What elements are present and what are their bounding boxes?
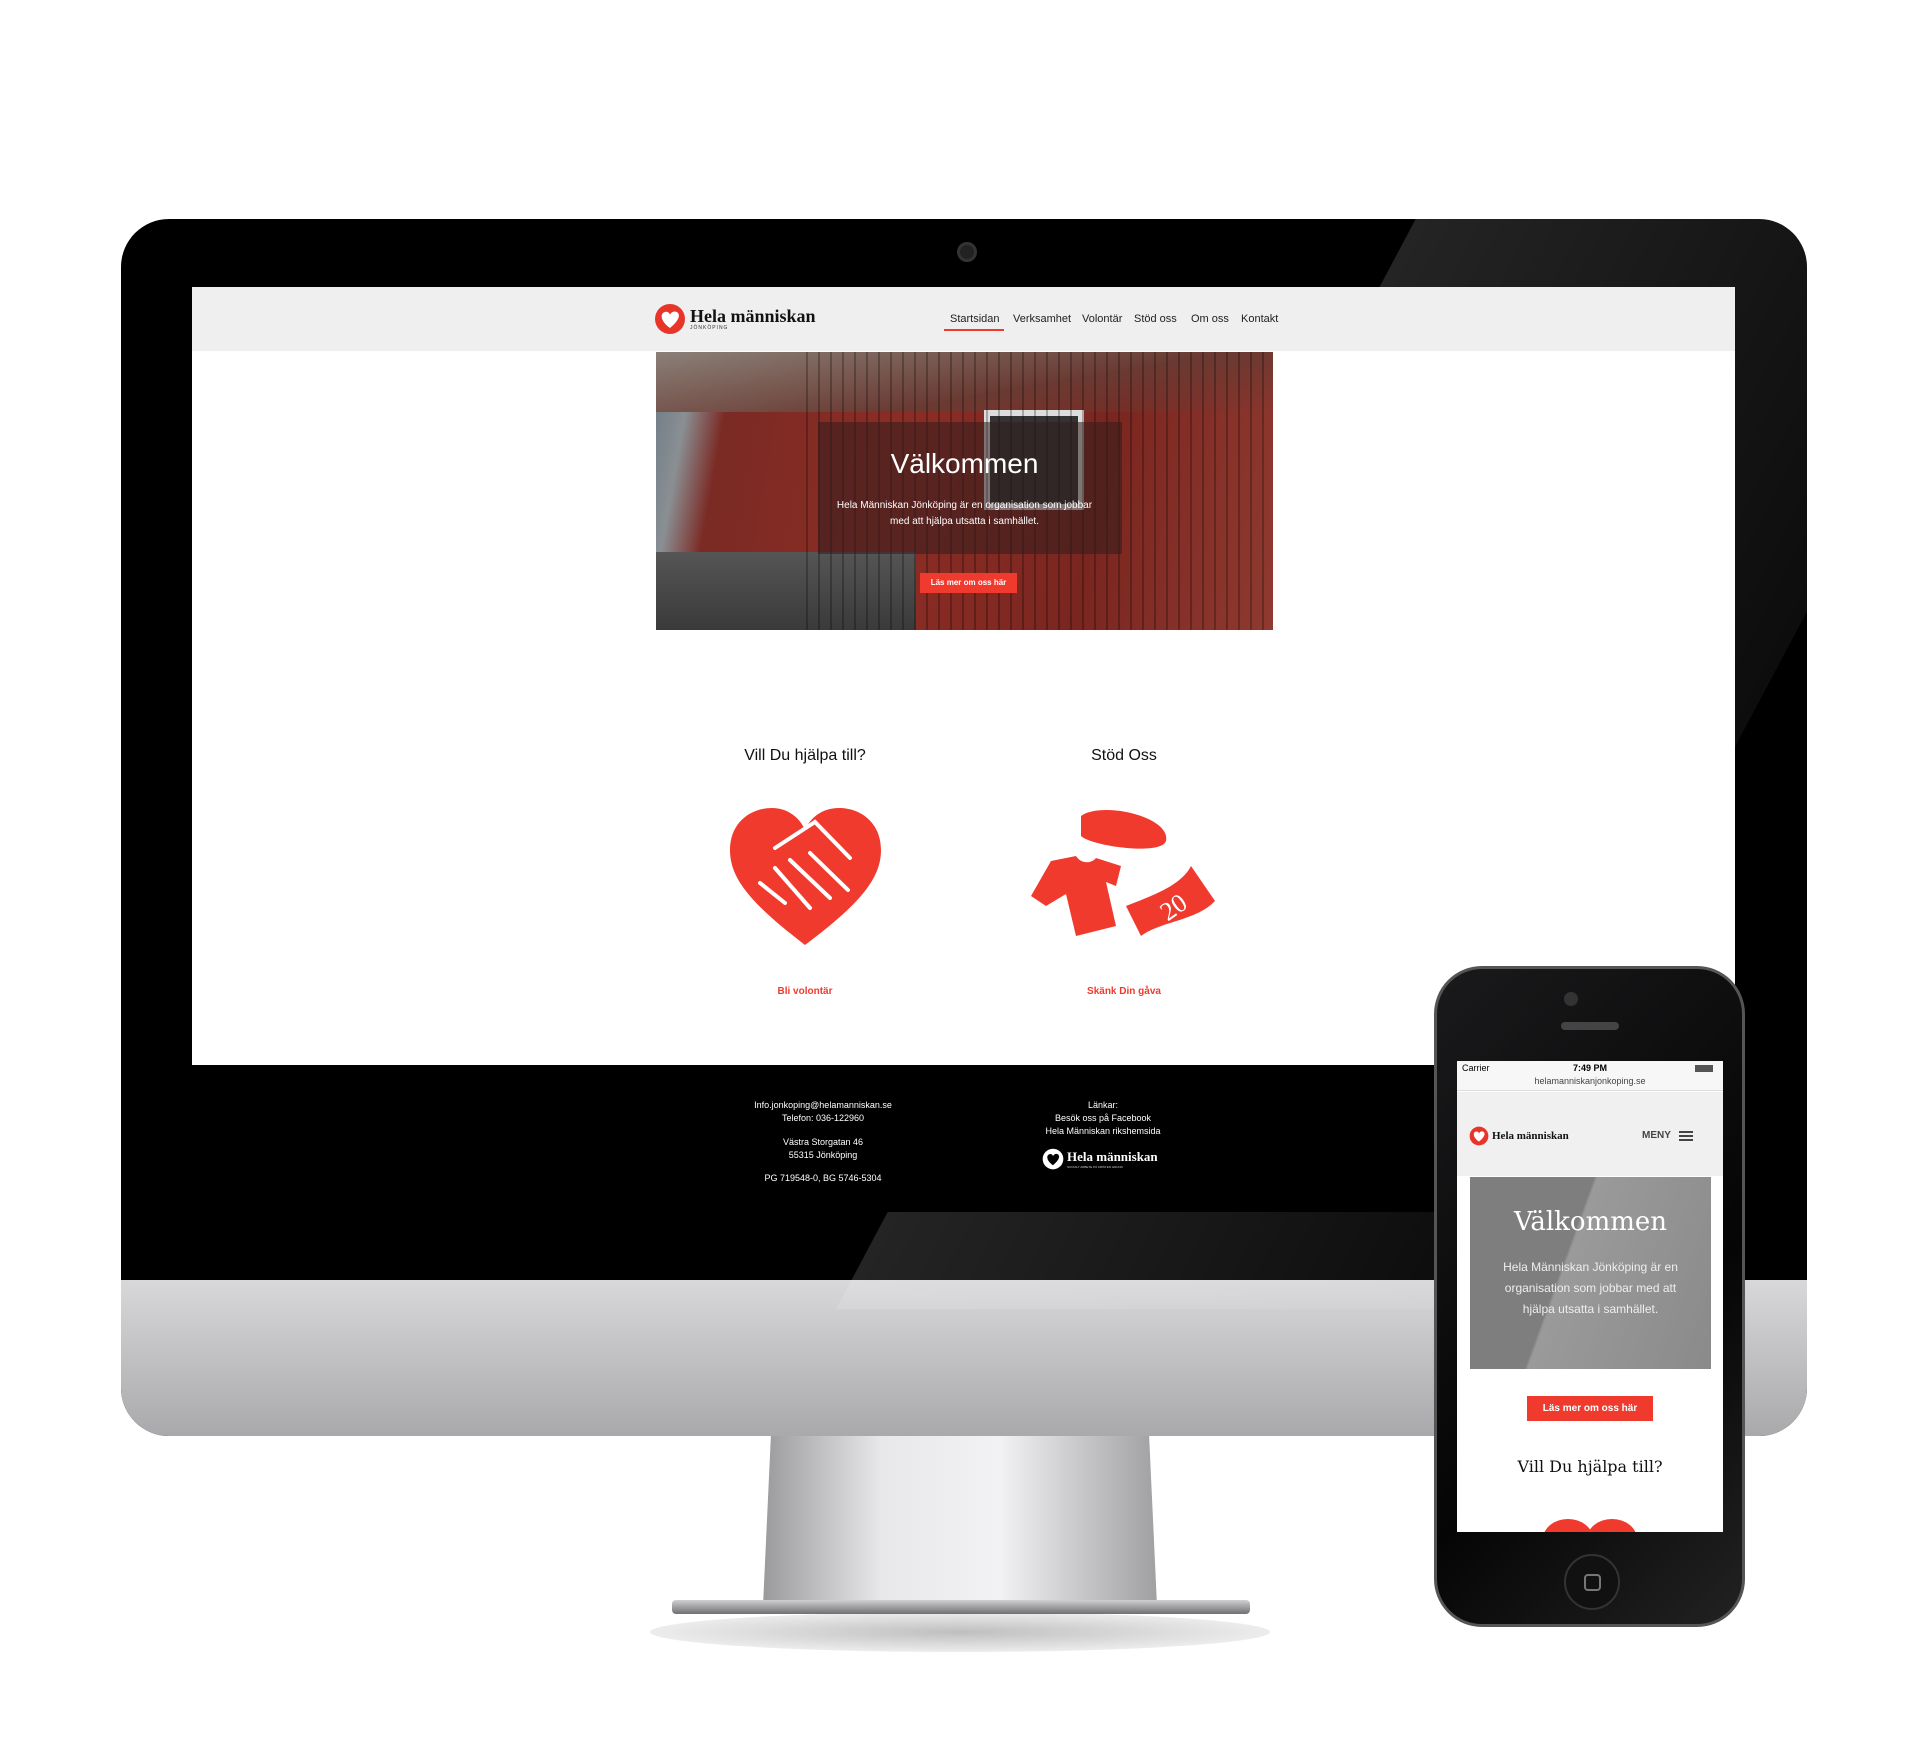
hero-title: Välkommen [890, 448, 1039, 479]
front-camera-icon [1564, 992, 1578, 1006]
footer-city: 55315 Jönköping [788, 1150, 858, 1160]
wall-plank [1154, 352, 1156, 630]
mobile-brand-name: Hela människan [1492, 1130, 1569, 1142]
heart-icon-partial [1543, 1519, 1593, 1532]
hero-text-1: Hela Människan Jönköping är en organisat… [836, 500, 1093, 511]
browser-bar: Carrier 7:49 PM helamanniskanjonkoping.s… [1457, 1061, 1723, 1091]
camera-icon [957, 242, 977, 262]
wall-plank [806, 352, 808, 630]
gravel [656, 552, 916, 630]
hero-overlay [818, 422, 1122, 554]
national-site-link[interactable]: Hela Människan rikshemsida [1003, 1126, 1203, 1136]
wall-plank [1214, 352, 1216, 630]
heart-logo-icon [1042, 1148, 1064, 1170]
footer-phone: Telefon: 036-122960 [781, 1113, 865, 1123]
mobile-section-heading: Vill Du hjälpa till? [1517, 1457, 1663, 1476]
heart-logo-icon [655, 304, 685, 334]
section-title-help: Vill Du hjälpa till? [744, 747, 866, 764]
nav-volontar[interactable]: Volontär [1082, 313, 1122, 325]
mobile-header: Hela människan MENY [1457, 1092, 1723, 1176]
volunteer-link[interactable]: Bli volontär [705, 986, 905, 997]
nav-kontakt[interactable]: Kontakt [1241, 313, 1278, 325]
footer-email[interactable]: Info.jonkoping@helamanniskan.se [723, 1100, 923, 1110]
mobile-read-more-button[interactable]: Läs mer om oss här [1527, 1396, 1653, 1421]
section-title-support: Stöd Oss [1091, 747, 1157, 764]
footer-giro: PG 719548-0, BG 5746-5304 [764, 1173, 882, 1183]
facebook-link[interactable]: Besök oss på Facebook [1003, 1113, 1203, 1123]
monitor-foot [672, 1600, 1250, 1614]
wall-plank [1226, 352, 1228, 630]
nav-om-oss[interactable]: Om oss [1191, 313, 1229, 325]
wall-plank [1238, 352, 1240, 630]
wall-plank [1250, 352, 1252, 630]
brand-logo[interactable]: Hela människan JÖNKÖPING [654, 303, 816, 335]
battery-icon [1695, 1065, 1713, 1072]
footer-logo-sub: SOCIALT ARBETE PÅ KRISTEN GRUND [1067, 1165, 1123, 1169]
hamburger-icon [1678, 1130, 1693, 1141]
menu-button[interactable]: MENY [1642, 1130, 1693, 1141]
read-more-button[interactable]: Läs mer om oss här [920, 573, 1017, 593]
mobile-hero-title: Välkommen [1513, 1207, 1668, 1237]
wall-plank [1166, 352, 1168, 630]
roof [656, 352, 1273, 412]
nav-stod-oss[interactable]: Stöd oss [1134, 313, 1177, 325]
footer-street: Västra Storgatan 46 [782, 1137, 864, 1147]
menu-label: MENY [1642, 1130, 1671, 1141]
wall-plank [1142, 352, 1144, 630]
mobile-phone: Carrier 7:49 PM helamanniskanjonkoping.s… [1434, 966, 1745, 1627]
wall-plank [1190, 352, 1192, 630]
monitor-stand [763, 1436, 1157, 1606]
heart-handshake-icon[interactable] [730, 808, 881, 945]
wall-plank [1202, 352, 1204, 630]
home-square-icon [1583, 1574, 1601, 1591]
heart-logo-icon [1469, 1126, 1489, 1146]
donation-icon[interactable]: 20 [1031, 806, 1215, 948]
footer-logo: Hela människan SOCIALT ARBETE PÅ KRISTEN… [1042, 1148, 1158, 1170]
active-indicator [944, 329, 1004, 331]
footer-logo-name: Hela människan [1067, 1149, 1158, 1164]
footer-links-label: Länkar: [1087, 1100, 1119, 1110]
mobile-website: Carrier 7:49 PM helamanniskanjonkoping.s… [1457, 1061, 1723, 1532]
stand-shadow [650, 1612, 1270, 1652]
wall-plank [1178, 352, 1180, 630]
nav-verksamhet[interactable]: Verksamhet [1013, 313, 1071, 325]
mobile-hero-text: Hela Människan Jönköping är en organisat… [1503, 1260, 1678, 1316]
status-time: 7:49 PM [1572, 1063, 1607, 1073]
url-field[interactable]: helamanniskanjonkoping.se [1457, 1076, 1723, 1086]
donate-link[interactable]: Skänk Din gåva [1024, 986, 1224, 997]
heart-icon-partial [1587, 1519, 1637, 1532]
wall-plank [1262, 352, 1264, 630]
nav-bar: Hela människan JÖNKÖPING Startsidan Verk… [192, 287, 1735, 351]
speaker [1561, 1022, 1619, 1030]
mobile-hero: Välkommen Hela Människan Jönköping är en… [1470, 1177, 1711, 1369]
mobile-brand-logo[interactable]: Hela människan [1469, 1126, 1569, 1146]
brand-name: Hela människan [690, 306, 816, 326]
home-button[interactable] [1564, 1554, 1620, 1610]
hero-banner: Välkommen Hela Människan Jönköping är en… [656, 352, 1273, 630]
nav-startsidan[interactable]: Startsidan [950, 313, 1000, 325]
hero-text-2: med att hjälpa utsatta i samhället. [890, 516, 1039, 527]
wall-plank [1130, 352, 1132, 630]
